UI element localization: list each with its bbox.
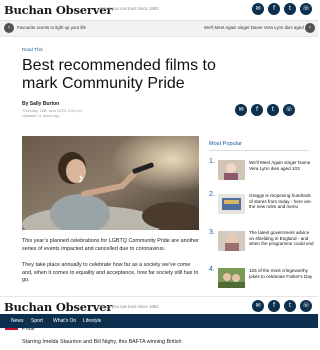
most-popular-divider <box>209 150 309 151</box>
site-logo[interactable]: Buchan Observer <box>4 3 112 17</box>
ticker-item-right[interactable]: We'll Meet Again singer Dame Vera Lynn d… <box>204 25 312 30</box>
most-popular-thumb[interactable] <box>218 194 245 214</box>
facebook-icon[interactable]: f <box>268 300 280 312</box>
most-popular-thumb[interactable] <box>218 231 245 251</box>
most-popular-number: 4. <box>209 266 215 273</box>
sticky-header: Buchan Observer News you can trust since… <box>0 296 318 315</box>
ticker-next-icon[interactable]: › <box>305 23 315 33</box>
share-whatsapp-icon[interactable]: ☏ <box>283 104 295 116</box>
most-popular-item-4[interactable]: 125 of the most cringeworthy jokes to ce… <box>249 268 315 279</box>
site-header: Buchan Observer News you can trust since… <box>0 0 318 21</box>
date-published: Thursday, 18th June 2020, 5:00 pm <box>22 109 82 113</box>
sticky-tagline: News you can trust since 1863 <box>100 304 159 309</box>
whatsapp-icon[interactable]: ☏ <box>300 3 312 15</box>
site-tagline: News you can trust since 1863 <box>100 6 159 11</box>
share-facebook-icon[interactable]: f <box>251 104 263 116</box>
whatsapp-icon[interactable]: ☏ <box>300 300 312 312</box>
article-headline: Best recommended films to mark Community… <box>22 57 216 92</box>
nav-item-lifestyle[interactable]: Lifestyle <box>83 318 101 324</box>
email-icon[interactable]: ✉ <box>252 300 264 312</box>
most-popular-title: Most Popular <box>209 141 242 147</box>
nav-item-whats-on[interactable]: What's On <box>53 318 76 324</box>
nav-item-news[interactable]: News <box>11 318 24 324</box>
article-paragraph-2: They take place annually to celebrate ho… <box>22 262 199 284</box>
most-popular-thumb[interactable] <box>218 160 245 180</box>
share-email-icon[interactable]: ✉ <box>235 104 247 116</box>
hero-image <box>22 136 199 230</box>
most-popular-item-3[interactable]: The latest government advice on shieldin… <box>249 230 315 247</box>
news-ticker: ‹ Favourite scents to light up your life… <box>0 21 318 37</box>
twitter-icon[interactable]: t <box>284 300 296 312</box>
nav-item-sport[interactable]: Sport <box>31 318 43 324</box>
most-popular-item-2[interactable]: Greggs is reopening hundreds of stores f… <box>249 193 315 210</box>
ticker-item-left[interactable]: Favourite scents to light up your life <box>17 25 86 30</box>
most-popular-number: 1. <box>209 158 215 165</box>
email-icon[interactable]: ✉ <box>252 3 264 15</box>
share-twitter-icon[interactable]: t <box>267 104 279 116</box>
byline[interactable]: By Sally Burton <box>22 101 59 107</box>
section-tag[interactable]: Read This <box>22 47 43 52</box>
most-popular-number: 3. <box>209 229 215 236</box>
ticker-prev-icon[interactable]: ‹ <box>4 23 14 33</box>
facebook-icon[interactable]: f <box>268 3 280 15</box>
main-nav: News Sport What's On Lifestyle <box>0 314 318 328</box>
most-popular-number: 2. <box>209 191 215 198</box>
article-paragraph-1: This year’s planned celebrations for LGB… <box>22 238 199 252</box>
nav-active-indicator <box>5 328 18 330</box>
most-popular-thumb[interactable] <box>218 268 245 288</box>
sticky-logo[interactable]: Buchan Observer <box>4 300 112 314</box>
most-popular-item-1[interactable]: We'll Meet Again singer Dame Vera Lynn d… <box>249 160 315 171</box>
article-paragraph-4: Starring Imelda Staunton and Bill Nighy,… <box>22 339 182 345</box>
date-updated: Updated 14 hours ago <box>22 114 60 118</box>
twitter-icon[interactable]: t <box>284 3 296 15</box>
